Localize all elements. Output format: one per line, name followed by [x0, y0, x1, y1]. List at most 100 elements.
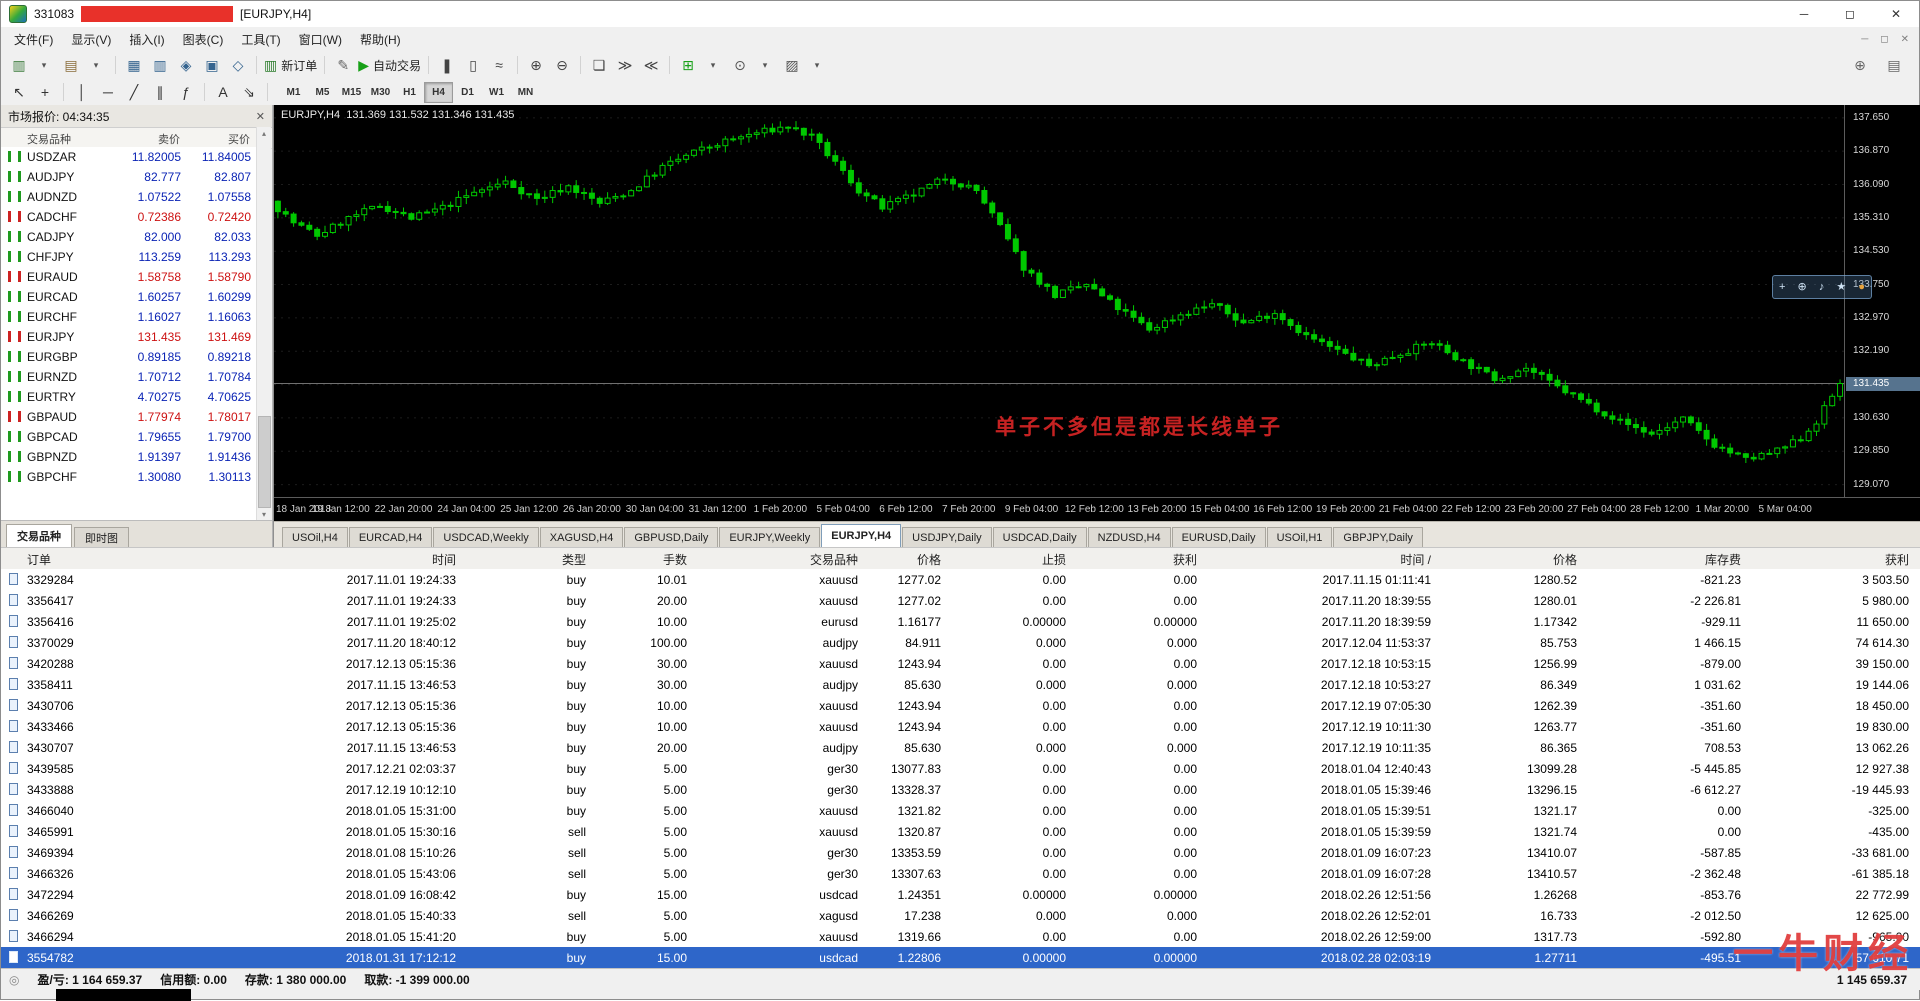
market-watch-row[interactable]: EURTRY 4.70275 4.70625 — [1, 387, 257, 407]
column-header-take-profit[interactable]: 获利 — [1173, 551, 1197, 568]
text-label-button[interactable]: A — [210, 81, 236, 103]
market-watch-row[interactable]: GBPCHF 1.30080 1.30113 — [1, 467, 257, 487]
price-axis[interactable]: 131.435 137.650 136.870 136.090 135.310 134.… — [1844, 105, 1920, 497]
history-row[interactable]: 3466294 2018.01.05 15:41:20 buy 5.00 xauusd 1… — [1, 926, 1920, 947]
periods-button[interactable]: ⊙ — [727, 54, 753, 76]
history-row[interactable]: 3433888 2017.12.19 10:12:10 buy 5.00 ger30 13… — [1, 779, 1920, 800]
candlestick-chart[interactable]: EURJPY,H4 131.369 131.532 131.346 131.43… — [274, 105, 1872, 497]
column-header-close-price[interactable]: 价格 — [1553, 551, 1577, 568]
market-watch-tab[interactable]: 即时图 — [74, 527, 129, 547]
new-chart-dropdown-button[interactable]: ▾ — [32, 54, 58, 76]
new-order-button[interactable]: ▥ 新订单 — [262, 54, 319, 76]
terminal-button[interactable]: ▣ — [199, 54, 225, 76]
templates-dropdown-button[interactable]: ▾ — [805, 54, 831, 76]
cursor-button[interactable]: ↖ — [6, 81, 32, 103]
chart-tab-usoil-h4[interactable]: USOil,H4 — [282, 527, 348, 547]
menu-item-charts[interactable]: 图表(C) — [174, 30, 233, 50]
column-header-swap[interactable]: 库存费 — [1705, 551, 1741, 568]
scroll-down-icon[interactable]: ▾ — [262, 510, 266, 519]
timeframe-h1[interactable]: H1 — [395, 82, 424, 103]
market-watch-row[interactable]: EURGBP 0.89185 0.89218 — [1, 347, 257, 367]
chart-tab-eurusd-daily[interactable]: EURUSD,Daily — [1171, 527, 1266, 547]
menu-item-tools[interactable]: 工具(T) — [232, 30, 289, 50]
chart-tab-eurjpy-weekly[interactable]: EURJPY,Weekly — [719, 527, 821, 547]
column-header-open-price[interactable]: 价格 — [917, 551, 941, 568]
market-watch-row[interactable]: EURNZD 1.70712 1.70784 — [1, 367, 257, 387]
market-watch-tab[interactable]: 交易品种 — [6, 524, 72, 547]
child-minimize-button[interactable]: ─ — [1861, 34, 1868, 45]
chart-tab-nzdusd-h4[interactable]: NZDUSD,H4 — [1087, 527, 1171, 547]
market-watch-row[interactable]: GBPAUD 1.77974 1.78017 — [1, 407, 257, 427]
templates-button[interactable]: ▨ — [779, 54, 805, 76]
favorites-icon[interactable]: ★ — [1836, 281, 1846, 293]
column-header-stop-loss[interactable]: 止损 — [1042, 551, 1066, 568]
timeframe-h4[interactable]: H4 — [424, 81, 453, 103]
chart-floating-widget[interactable]: + ⊕ ♪ ★ ● — [1772, 275, 1872, 299]
history-row[interactable]: 3433466 2017.12.13 05:15:36 buy 10.00 xauusd… — [1, 716, 1920, 737]
child-close-button[interactable]: ✕ — [1901, 34, 1909, 45]
timeframe-m1[interactable]: M1 — [279, 82, 308, 103]
market-watch-row[interactable]: EURCAD 1.60257 1.60299 — [1, 287, 257, 307]
market-watch-close-icon[interactable]: ✕ — [256, 110, 265, 123]
menu-item-file[interactable]: 文件(F) — [5, 30, 62, 50]
chart-tab-usoil-h1[interactable]: USOil,H1 — [1266, 527, 1333, 547]
menu-item-view[interactable]: 显示(V) — [62, 30, 120, 50]
timeframe-mn[interactable]: MN — [511, 82, 540, 103]
chart-tab-xagusd-h4[interactable]: XAGUSD,H4 — [539, 527, 624, 547]
scroll-up-icon[interactable]: ▴ — [262, 129, 266, 138]
history-row[interactable]: 3469394 2018.01.08 15:10:26 sell 5.00 ger30 1… — [1, 842, 1920, 863]
profiles-dropdown-button[interactable]: ▾ — [84, 54, 110, 76]
indicators-button[interactable]: ⊞ — [675, 54, 701, 76]
horizontal-line-button[interactable]: ─ — [95, 81, 121, 103]
bar-chart-button[interactable]: ❚ — [434, 54, 460, 76]
fibonacci-button[interactable]: ƒ — [173, 81, 199, 103]
autotrading-button[interactable]: ▶ 自动交易 — [356, 54, 423, 76]
history-row[interactable]: 3554782 2018.01.31 17:12:12 buy 15.00 usdcad… — [1, 947, 1920, 968]
history-row[interactable]: 3466326 2018.01.05 15:43:06 sell 5.00 ger30 1… — [1, 863, 1920, 884]
chart-tab-gbpusd-daily[interactable]: GBPUSD,Daily — [624, 527, 719, 547]
column-header-lots[interactable]: 手数 — [663, 551, 687, 568]
profiles-button[interactable]: ▤ — [58, 54, 84, 76]
history-row[interactable]: 3329284 2017.11.01 19:24:33 buy 10.01 xauusd… — [1, 569, 1920, 590]
history-row[interactable]: 3472294 2018.01.09 16:08:42 buy 15.00 usdcad… — [1, 884, 1920, 905]
tile-windows-button[interactable]: ❏ — [586, 54, 612, 76]
zoom-icon[interactable]: ⊕ — [1798, 281, 1807, 293]
data-window-button[interactable]: ▥ — [147, 54, 173, 76]
timeframe-m30[interactable]: M30 — [366, 82, 395, 103]
history-row[interactable]: 3466269 2018.01.05 15:40:33 sell 5.00 xagusd… — [1, 905, 1920, 926]
crosshair-icon[interactable]: + — [1779, 281, 1785, 293]
column-header-order[interactable]: 订单 — [27, 551, 51, 568]
scrollbar-thumb[interactable] — [257, 416, 271, 508]
timeframe-m15[interactable]: M15 — [337, 82, 366, 103]
child-restore-button[interactable]: ◻ — [1880, 34, 1888, 45]
close-button[interactable]: ✕ — [1873, 1, 1919, 27]
market-watch-row[interactable]: EURAUD 1.58758 1.58790 — [1, 267, 257, 287]
chart-tab-eurcad-h4[interactable]: EURCAD,H4 — [348, 527, 433, 547]
timeframe-d1[interactable]: D1 — [453, 82, 482, 103]
column-header-symbol[interactable]: 交易品种 — [810, 551, 858, 568]
channel-button[interactable]: ∥ — [147, 81, 173, 103]
timeframe-m5[interactable]: M5 — [308, 82, 337, 103]
metaeditor-button[interactable]: ✎ — [330, 54, 356, 76]
history-row[interactable]: 3356416 2017.11.01 19:25:02 buy 10.00 eurusd… — [1, 611, 1920, 632]
market-watch-row[interactable]: AUDJPY 82.777 82.807 — [1, 167, 257, 187]
sound-icon[interactable]: ♪ — [1819, 281, 1825, 293]
history-row[interactable]: 3420288 2017.12.13 05:15:36 buy 30.00 xauusd… — [1, 653, 1920, 674]
history-row[interactable]: 3466040 2018.01.05 15:31:00 buy 5.00 xauusd 1… — [1, 800, 1920, 821]
trendline-button[interactable]: ╱ — [121, 81, 147, 103]
menu-item-help[interactable]: 帮助(H) — [351, 30, 410, 50]
candlestick-button[interactable]: ▯ — [460, 54, 486, 76]
alert-icon[interactable]: ● — [1858, 281, 1865, 293]
market-watch-row[interactable]: CADCHF 0.72386 0.72420 — [1, 207, 257, 227]
search-button[interactable]: ⊕ — [1847, 54, 1873, 76]
chart-tab-eurjpy-h4[interactable]: EURJPY,H4 — [821, 524, 902, 547]
column-header-type[interactable]: 类型 — [562, 551, 586, 568]
vertical-line-button[interactable]: │ — [69, 81, 95, 103]
menu-item-insert[interactable]: 插入(I) — [120, 30, 173, 50]
history-row[interactable]: 3356417 2017.11.01 19:24:33 buy 20.00 xauusd… — [1, 590, 1920, 611]
zoom-in-button[interactable]: ⊕ — [523, 54, 549, 76]
navigator-button[interactable]: ◈ — [173, 54, 199, 76]
history-row[interactable]: 3370029 2017.11.20 18:40:12 buy 100.00 audjp… — [1, 632, 1920, 653]
market-watch-row[interactable]: CADJPY 82.000 82.033 — [1, 227, 257, 247]
market-watch-button[interactable]: ▦ — [121, 54, 147, 76]
